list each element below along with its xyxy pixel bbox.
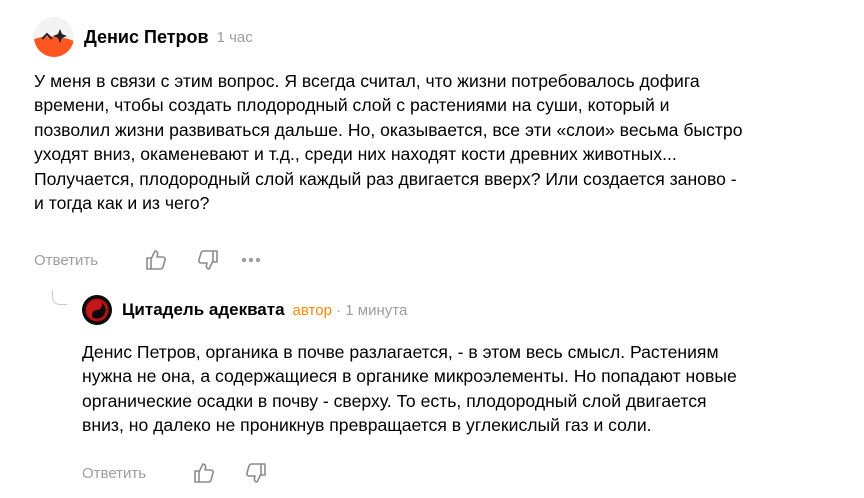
author-name[interactable]: Денис Петров (84, 27, 209, 48)
reply-button[interactable]: Ответить (82, 465, 146, 482)
author-tag: автор (292, 301, 332, 319)
like-icon[interactable] (144, 248, 168, 272)
comment-header: Денис Петров 1 час (34, 17, 253, 57)
author-badge: автор · 1 минута (293, 302, 408, 319)
like-icon[interactable] (192, 461, 216, 485)
author-name[interactable]: Цитадель адеквата (122, 300, 285, 320)
avatar[interactable] (82, 295, 112, 325)
dislike-icon[interactable] (196, 248, 220, 272)
meta-separator: · (336, 301, 342, 319)
comment-time: 1 час (216, 28, 253, 46)
reply-text: Денис Петров, органика в почве разлагает… (82, 342, 737, 436)
more-icon[interactable] (240, 256, 262, 264)
thread-connector (52, 290, 67, 305)
reply-header: Цитадель адеквата автор · 1 минута (82, 295, 407, 325)
reply-time: 1 минута (345, 301, 408, 319)
dislike-icon[interactable] (244, 461, 268, 485)
reply-actions: Ответить (82, 461, 268, 485)
comment-text: У меня в связи с этим вопрос. Я всегда с… (34, 71, 743, 214)
avatar[interactable] (34, 17, 74, 57)
comment-actions: Ответить (34, 248, 262, 272)
reply-button[interactable]: Ответить (34, 252, 98, 269)
